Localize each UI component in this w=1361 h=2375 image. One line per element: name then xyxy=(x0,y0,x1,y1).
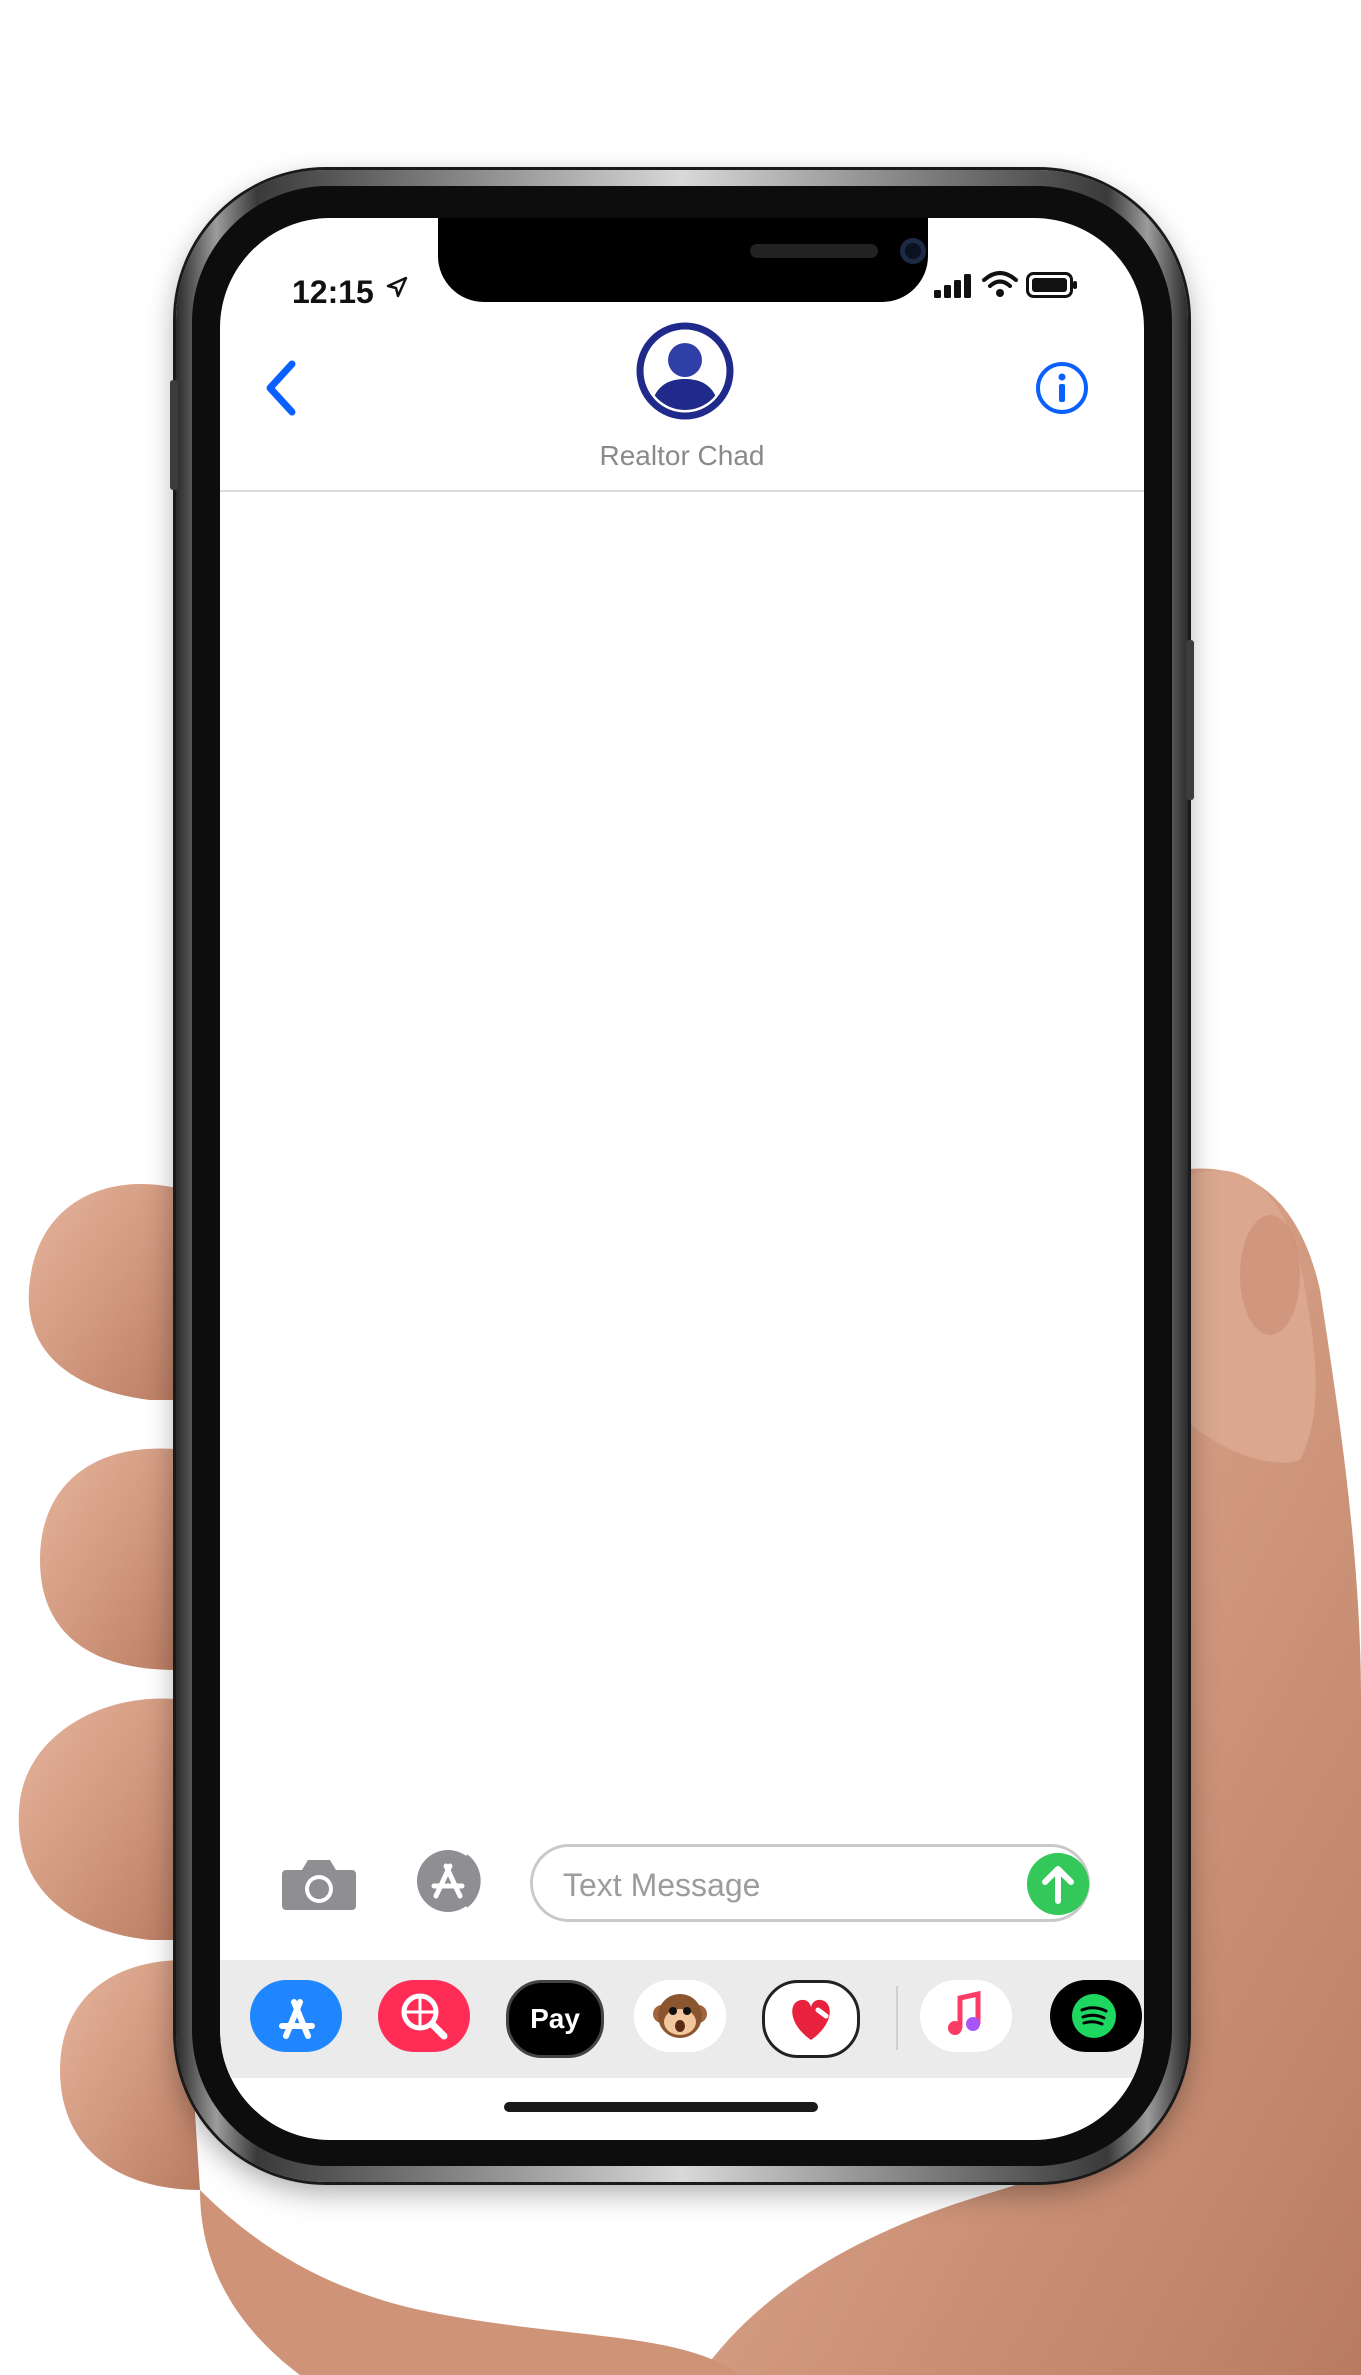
heart-icon xyxy=(792,1999,830,2040)
location-arrow-icon xyxy=(386,276,408,298)
drawer-separator xyxy=(896,1986,898,2050)
send-button[interactable] xyxy=(1027,1853,1089,1915)
earpiece-speaker xyxy=(750,244,878,258)
spotify-app[interactable] xyxy=(1050,1980,1142,2052)
cellular-signal-icon xyxy=(934,274,971,298)
music-note-icon xyxy=(948,1990,981,2035)
info-icon[interactable] xyxy=(1034,360,1090,416)
music-app[interactable] xyxy=(920,1980,1012,2052)
power-button xyxy=(1186,640,1194,800)
digital-touch-app[interactable] xyxy=(762,1980,860,2058)
front-camera xyxy=(900,238,926,264)
apple-pay-label: Pay xyxy=(530,2003,580,2034)
message-text-input[interactable] xyxy=(561,1857,985,1913)
web-search-app[interactable] xyxy=(378,1980,470,2052)
phone-screen: 12:15 Realtor Chad Text Message Pay xyxy=(220,218,1144,2140)
imessage-app-drawer: Pay xyxy=(220,1960,1144,2078)
camera-icon[interactable] xyxy=(280,1854,358,1914)
home-indicator[interactable] xyxy=(504,2102,818,2112)
status-time: 12:15 xyxy=(292,274,374,310)
wifi-icon xyxy=(982,271,1018,297)
conversation-area xyxy=(220,492,1144,2052)
app-store-icon[interactable] xyxy=(404,1846,492,1916)
monkey-emoji-icon xyxy=(653,1994,707,2038)
app-store-icon xyxy=(279,1999,315,2039)
volume-button xyxy=(170,380,178,490)
contact-avatar[interactable] xyxy=(636,322,734,420)
globe-search-icon xyxy=(401,1993,448,2040)
spotify-icon xyxy=(1072,1994,1116,2038)
animoji-app[interactable] xyxy=(634,1980,726,2052)
back-button[interactable] xyxy=(260,356,306,420)
notch xyxy=(438,218,928,302)
apple-pay-app[interactable]: Pay xyxy=(506,1980,604,2058)
contact-name[interactable]: Realtor Chad xyxy=(220,440,1144,472)
message-input-field[interactable] xyxy=(530,1844,1090,1922)
app-store-app[interactable] xyxy=(250,1980,342,2052)
battery-icon xyxy=(1026,272,1077,298)
